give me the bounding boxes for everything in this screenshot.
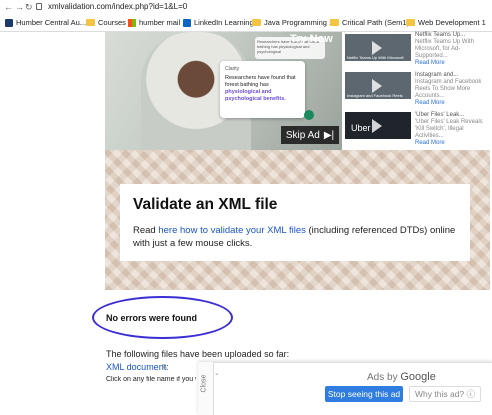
related-title[interactable]: Instagram and... [415,72,490,79]
related-desc: Instagram and Facebook Reels To Show Mor… [415,79,482,99]
page: ← → ↻ xmlvalidation.com/index.php?id=1&L… [0,0,492,415]
uploaded-files-text: The following files have been uploaded s… [106,349,290,359]
bookmark-linkedin[interactable]: LinkedIn Learning [183,18,254,27]
intro-pre: Read [133,225,159,236]
thumb-caption: Instagram and Facebook Reels [347,93,403,98]
google-label: Google [400,371,436,383]
folder-icon [252,19,261,26]
card-brand: Clarity [225,66,240,72]
why-this-ad-button[interactable]: Why this ad? ⓘ [409,386,481,402]
related-title[interactable]: 'Uber Files' Leak... [415,112,490,119]
related-text: Netflix Teams Up... Netflix Teams Up Wit… [415,32,490,67]
related-desc: Netflix Teams Up With Microsoft, for Ad-… [415,39,474,59]
back-arrow-icon[interactable]: ← [4,2,13,12]
bookmark-web-dev[interactable]: Web Development 1 [406,18,486,27]
related-title[interactable]: Netflix Teams Up... [415,32,490,39]
close-ad-label[interactable]: Close [200,375,207,393]
bookmark-label: Courses [98,18,126,27]
bookmark-humber-mail[interactable]: humber mail [128,18,180,27]
thumb-caption: Uber [351,123,371,133]
microsoft-icon [128,18,136,27]
related-desc: 'Uber Files' Leak Reveals 'Kill Switch',… [415,119,483,139]
how-to-link[interactable]: here how to validate your XML files [158,225,306,236]
bookmark-critical-path[interactable]: Critical Path (Sem1) [330,18,409,27]
video-thumbnail[interactable]: Netflix Teams Up With Microsoft [345,34,411,61]
click-instruction: Click on any file name if you w [106,376,196,383]
card-highlight: physiological and psychological benefits… [225,89,286,102]
card-text: Researchers have found that forest bathi… [225,75,296,88]
bookmark-java[interactable]: Java Programming 1 [252,18,333,27]
play-icon [372,79,382,93]
lock-icon[interactable] [36,3,42,10]
clarity-card: Clarity Researchers have found that fore… [220,61,305,118]
humber-icon [5,18,13,27]
bookmark-label: Java Programming 1 [264,18,334,27]
stop-seeing-ad-button[interactable]: Stop seeing this ad [325,386,403,402]
grammarly-icon [304,110,314,120]
video-thumbnail[interactable]: Uber [345,112,411,139]
xml-document-link[interactable]: XML document: [106,362,169,372]
bookmarks-bar: Humber Central Au... Courses humber mail… [0,15,492,32]
play-icon [372,41,382,55]
skip-ad-label: Skip Ad [285,129,320,141]
ads-by-label: Ads by [367,372,398,383]
read-more-link[interactable]: Read More [415,140,490,147]
linkedin-icon [183,18,191,27]
bookmark-label: Humber Central Au... [16,18,87,27]
related-text: Instagram and... Instagram and Facebook … [415,72,490,107]
read-more-link[interactable]: Read More [415,100,490,107]
page-title: Validate an XML file [133,196,278,213]
read-more-link[interactable]: Read More [415,60,490,67]
folder-icon [86,19,95,26]
try-now-text[interactable]: Try Now [290,33,333,45]
reload-icon[interactable]: ↻ [25,2,33,13]
chevron-down-icon[interactable]: ⌄ [214,369,220,377]
thumb-caption: Netflix Teams Up With Microsoft [347,55,404,60]
related-item[interactable]: Uber 'Uber Files' Leak... 'Uber Files' L… [345,112,490,146]
skip-icon: ▶| [323,129,335,141]
related-item[interactable]: Instagram and Facebook Reels Instagram a… [345,72,490,106]
address-bar: ← → ↻ xmlvalidation.com/index.php?id=1&L… [0,0,492,15]
no-errors-message: No errors were found [106,313,198,323]
pencil-icon[interactable]: ✎ [161,363,168,372]
bookmark-label: Critical Path (Sem1) [342,18,410,27]
play-icon [372,119,382,133]
intro-panel: Validate an XML file Read here how to va… [120,184,470,261]
bookmark-label: Web Development 1 [418,18,486,27]
bookmark-label: LinkedIn Learning [194,18,254,27]
video-ad[interactable]: Researchers have found that forest bathi… [105,32,342,150]
bookmark-courses[interactable]: Courses [86,18,126,27]
ads-by-google: Ads by Google [367,371,436,383]
intro-text: Read here how to validate your XML files… [133,224,457,250]
folder-icon [330,19,339,26]
bookmark-label: humber mail [139,18,181,27]
bookmark-humber[interactable]: Humber Central Au... [5,18,86,27]
url-text[interactable]: xmlvalidation.com/index.php?id=1&L=0 [48,2,187,11]
forward-arrow-icon[interactable]: → [15,2,24,12]
related-text: 'Uber Files' Leak... 'Uber Files' Leak R… [415,112,490,147]
video-thumbnail[interactable]: Instagram and Facebook Reels [345,72,411,99]
related-item[interactable]: Netflix Teams Up With Microsoft Netflix … [345,32,490,66]
folder-icon [406,19,415,26]
skip-ad-button[interactable]: Skip Ad ▶| [281,126,339,144]
related-videos: Netflix Teams Up With Microsoft Netflix … [342,32,490,150]
